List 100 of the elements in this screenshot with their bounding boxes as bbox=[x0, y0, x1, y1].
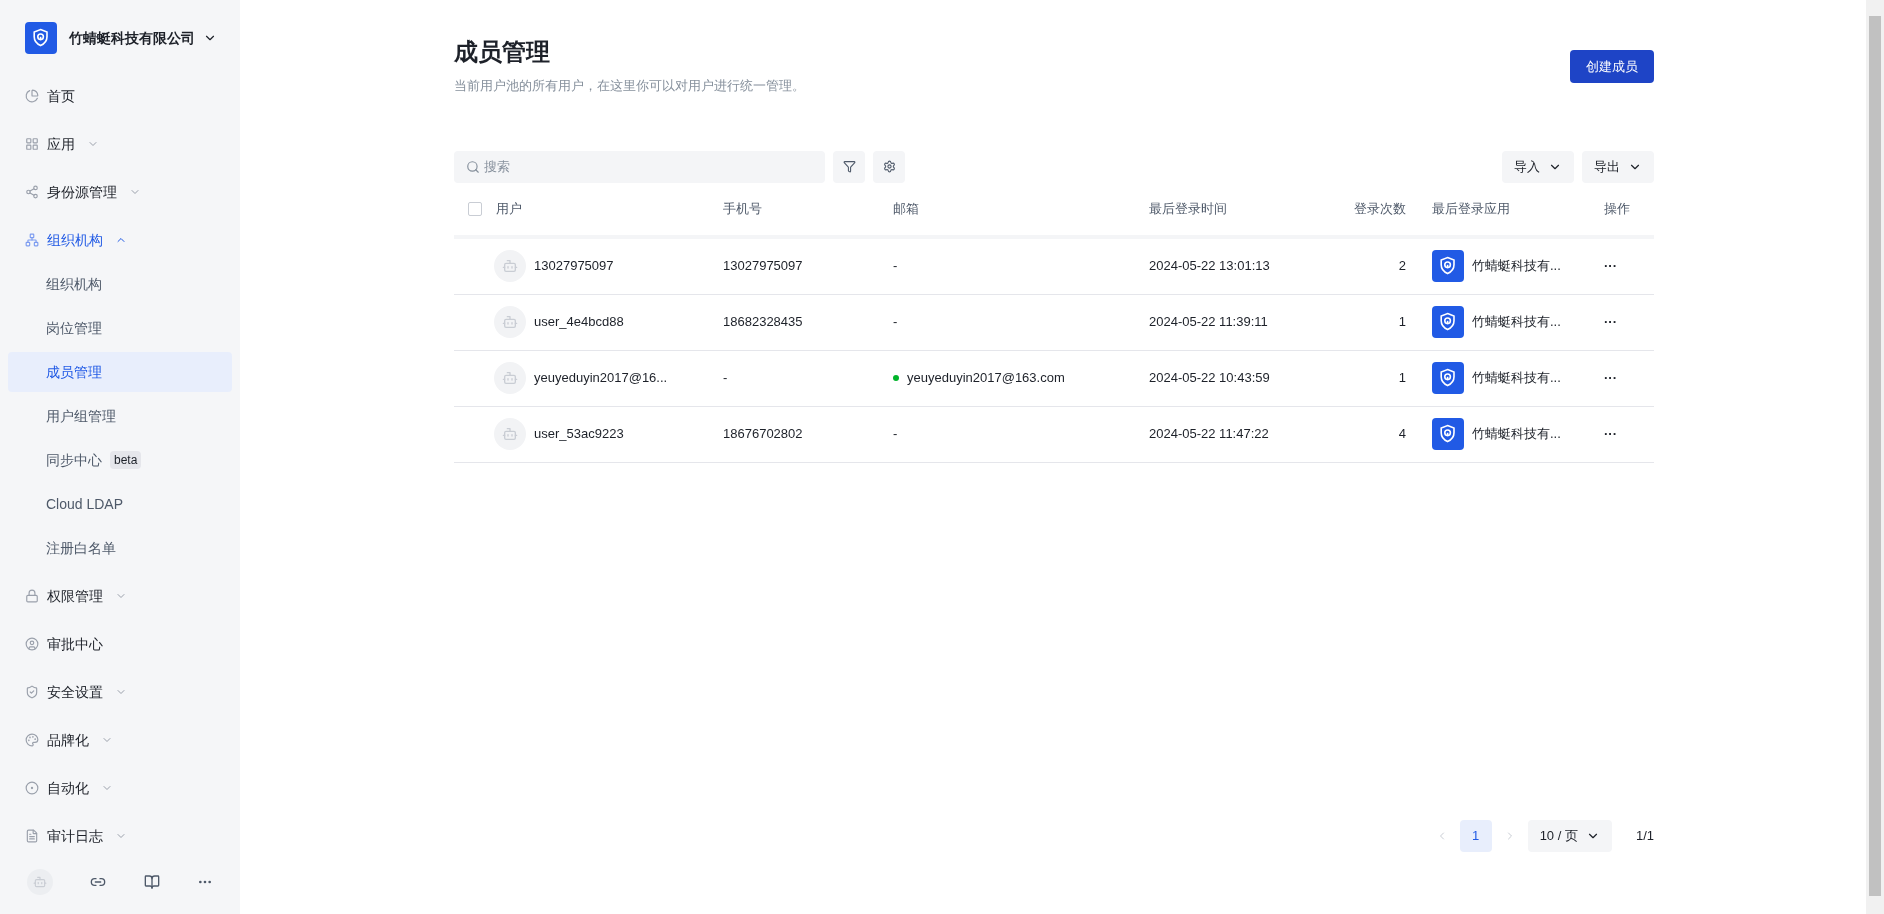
shield-icon bbox=[25, 685, 39, 699]
phone-cell-text: - bbox=[723, 369, 729, 388]
pie-chart-icon bbox=[25, 89, 39, 103]
column-header: 邮箱 bbox=[893, 199, 919, 218]
select-all-checkbox[interactable] bbox=[468, 201, 482, 216]
email-cell-text: - bbox=[893, 313, 898, 332]
circle-icon bbox=[25, 781, 39, 795]
column-header: 最后登录时间 bbox=[1149, 199, 1227, 218]
robot-avatar-icon bbox=[494, 306, 526, 338]
sidebar-item-label: 安全设置 bbox=[47, 682, 103, 702]
sidebar-item-label: 审批中心 bbox=[47, 634, 103, 654]
sidebar-item-label: 组织机构 bbox=[47, 230, 103, 250]
search-icon bbox=[466, 159, 480, 174]
sidebar-item[interactable]: 自动化 bbox=[8, 764, 232, 812]
last-login-cell-text: 2024-05-22 11:47:22 bbox=[1149, 425, 1270, 444]
more-actions-button[interactable]: ··· bbox=[1604, 424, 1617, 444]
sidebar-item[interactable]: 品牌化 bbox=[8, 716, 232, 764]
sidebar-item-label: 身份源管理 bbox=[47, 182, 117, 202]
last-login-cell-text: 2024-05-22 10:43:59 bbox=[1149, 369, 1271, 388]
sidebar-item-label: 审计日志 bbox=[47, 826, 103, 846]
user-name[interactable]: yeuyeduyin2017@16... bbox=[534, 368, 668, 388]
sidebar-subitem-label: 同步中心 bbox=[46, 450, 102, 470]
sidebar-item-label: 品牌化 bbox=[47, 730, 89, 750]
app-name: 竹蜻蜓科技有... bbox=[1472, 369, 1561, 388]
sidebar-item-label: 自动化 bbox=[47, 778, 89, 798]
column-header: 手机号 bbox=[723, 199, 762, 218]
book-icon[interactable] bbox=[143, 874, 160, 890]
import-button[interactable]: 导入 bbox=[1502, 150, 1574, 183]
sidebar-item[interactable]: 身份源管理 bbox=[8, 168, 232, 216]
login-count-cell-text: 1 bbox=[1397, 369, 1407, 388]
login-count-cell-text: 2 bbox=[1397, 257, 1407, 276]
user-name[interactable]: 13027975097 bbox=[534, 256, 614, 276]
app-name: 竹蜻蜓科技有... bbox=[1472, 313, 1561, 332]
grid-icon bbox=[25, 137, 39, 151]
org-logo-icon bbox=[25, 22, 57, 54]
org-switcher[interactable]: 竹蜻蜓科技有限公司 bbox=[69, 27, 217, 49]
user-name[interactable]: user_4e4bcd88 bbox=[534, 312, 624, 332]
sidebar-item-label: 首页 bbox=[47, 86, 75, 106]
user-circle-icon bbox=[25, 637, 39, 651]
app-logo-icon bbox=[1432, 362, 1464, 394]
palette-icon bbox=[25, 733, 39, 747]
app-logo-icon bbox=[1432, 418, 1464, 450]
sidebar-subitem-label: 组织机构 bbox=[46, 274, 102, 294]
email-cell-text: yeuyeduyin2017@163.com bbox=[907, 369, 1065, 388]
column-header: 最后登录应用 bbox=[1432, 199, 1510, 218]
gear-icon bbox=[882, 160, 896, 173]
sidebar-item[interactable]: 应用 bbox=[8, 120, 232, 168]
more-actions-button[interactable]: ··· bbox=[1604, 368, 1617, 388]
phone-cell-text: 18682328435 bbox=[723, 313, 804, 332]
sidebar-subitem[interactable]: 成员管理 bbox=[8, 352, 232, 392]
sidebar-subitem-label: Cloud LDAP bbox=[46, 494, 124, 514]
page-button[interactable]: 1 bbox=[1459, 820, 1492, 852]
last-login-cell-text: 2024-05-22 13:01:13 bbox=[1149, 257, 1271, 276]
sidebar-item[interactable]: 安全设置 bbox=[8, 668, 232, 716]
sidebar-item[interactable]: 审批中心 bbox=[8, 620, 232, 668]
beta-tag: beta bbox=[110, 451, 142, 469]
more-actions-button[interactable]: ··· bbox=[1604, 256, 1617, 276]
hierarchy-icon bbox=[25, 233, 39, 247]
filter-button[interactable] bbox=[833, 150, 865, 183]
sidebar-item-label: 应用 bbox=[47, 134, 75, 154]
login-count-cell-text: 1 bbox=[1397, 313, 1407, 332]
phone-cell-text: 18676702802 bbox=[723, 425, 804, 444]
sidebar-subitem-label: 成员管理 bbox=[46, 362, 102, 382]
lock-icon bbox=[25, 589, 39, 603]
page-size-select[interactable]: 10 / 页 bbox=[1527, 820, 1612, 852]
app-logo-icon bbox=[1432, 250, 1464, 282]
email-cell-text: - bbox=[893, 257, 898, 276]
last-login-cell-text: 2024-05-22 11:39:11 bbox=[1149, 313, 1269, 332]
sidebar-subitem-label: 注册白名单 bbox=[46, 538, 116, 558]
robot-avatar-icon bbox=[494, 250, 526, 282]
email-cell-text: - bbox=[893, 425, 898, 444]
sidebar-item[interactable]: 审计日志 bbox=[8, 812, 232, 860]
settings-button[interactable] bbox=[873, 150, 905, 183]
share-icon bbox=[25, 185, 39, 199]
column-header: 登录次数 bbox=[1354, 199, 1406, 218]
export-button[interactable]: 导出 bbox=[1582, 150, 1654, 183]
sidebar-subitem[interactable]: 岗位管理 bbox=[8, 308, 232, 348]
create-member-button[interactable]: 创建成员 bbox=[1570, 50, 1654, 83]
sidebar-subitem[interactable]: 同步中心 beta bbox=[8, 440, 232, 480]
user-name[interactable]: user_53ac9223 bbox=[534, 424, 624, 444]
sidebar-item[interactable]: 权限管理 bbox=[8, 572, 232, 620]
page-subtitle: 当前用户池的所有用户，在这里你可以对用户进行统一管理。 bbox=[454, 77, 805, 95]
sidebar-subitem-label: 用户组管理 bbox=[46, 406, 116, 426]
sidebar-item[interactable]: 首页 bbox=[8, 72, 232, 120]
sidebar-subitem[interactable]: 组织机构 bbox=[8, 264, 232, 304]
phone-cell-text: 13027975097 bbox=[723, 257, 804, 276]
filter-icon bbox=[842, 160, 856, 173]
document-icon bbox=[25, 829, 39, 843]
column-header: 操作 bbox=[1604, 199, 1630, 218]
more-actions-button[interactable]: ··· bbox=[1604, 312, 1617, 332]
sidebar-subitem[interactable]: 用户组管理 bbox=[8, 396, 232, 436]
sidebar-subitem[interactable]: Cloud LDAP bbox=[8, 484, 232, 524]
sidebar-item[interactable]: 组织机构 bbox=[8, 216, 232, 264]
sidebar-item-label: 权限管理 bbox=[47, 586, 103, 606]
app-name: 竹蜻蜓科技有... bbox=[1472, 257, 1561, 276]
column-header: 用户 bbox=[496, 199, 522, 218]
page-summary: 1/1 bbox=[1635, 827, 1654, 846]
sidebar-subitem[interactable]: 注册白名单 bbox=[8, 528, 232, 568]
search-field[interactable]: 搜索 bbox=[454, 150, 825, 183]
robot-avatar-icon bbox=[494, 362, 526, 394]
